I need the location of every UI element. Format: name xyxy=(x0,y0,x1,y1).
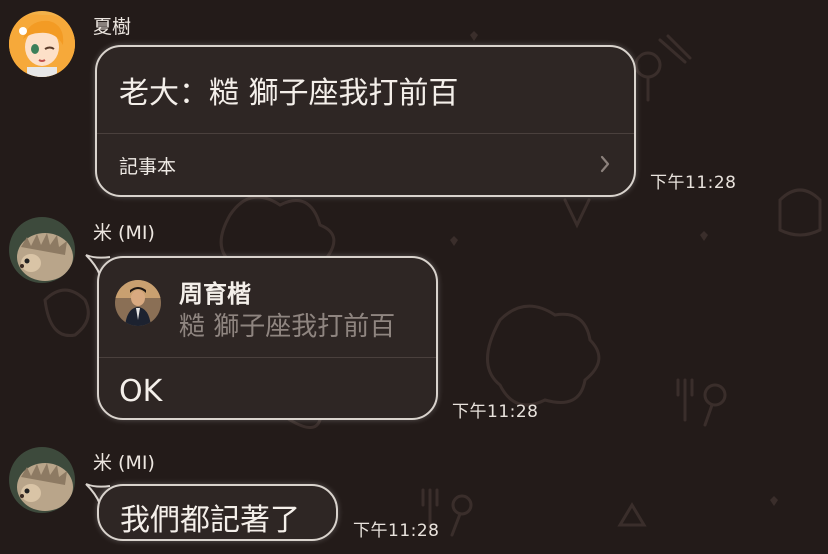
message-text: 我們都記著了 xyxy=(120,503,300,538)
avatar-natsuki[interactable] xyxy=(9,11,75,77)
sender-name: 夏樹 xyxy=(93,16,132,38)
quoted-text: 糙 獅子座我打前百 xyxy=(179,312,396,342)
avatar-mi[interactable] xyxy=(9,217,75,283)
quoted-author-name: 周育楷 xyxy=(179,280,251,308)
note-link[interactable]: 記事本 xyxy=(97,134,634,195)
message-bubble[interactable]: 我們都記著了 xyxy=(97,484,338,541)
avatar-mi[interactable] xyxy=(9,447,75,513)
message-text: OK xyxy=(119,374,163,409)
hedgehog-avatar-image xyxy=(9,447,75,513)
chevron-right-icon xyxy=(600,155,610,173)
quoted-author-avatar xyxy=(115,280,161,326)
message-time: 下午11:28 xyxy=(353,521,440,541)
bubble-divider xyxy=(99,357,436,358)
sender-name: 米 (MI) xyxy=(93,452,155,474)
message-time: 下午11:28 xyxy=(452,402,539,422)
sender-name: 米 (MI) xyxy=(93,222,155,244)
note-link-label: 記事本 xyxy=(119,156,177,178)
quoted-message[interactable]: 周育楷 糙 獅子座我打前百 xyxy=(99,258,436,357)
reply-message-bubble[interactable]: 周育楷 糙 獅子座我打前百 OK xyxy=(97,256,438,420)
hedgehog-avatar-image xyxy=(9,217,75,283)
message-bubble-note[interactable]: 老大：糙 獅子座我打前百 記事本 xyxy=(95,45,636,197)
anime-girl-avatar-image xyxy=(9,11,75,77)
message-text: 老大：糙 獅子座我打前百 xyxy=(119,76,459,111)
message-time: 下午11:28 xyxy=(650,173,737,193)
